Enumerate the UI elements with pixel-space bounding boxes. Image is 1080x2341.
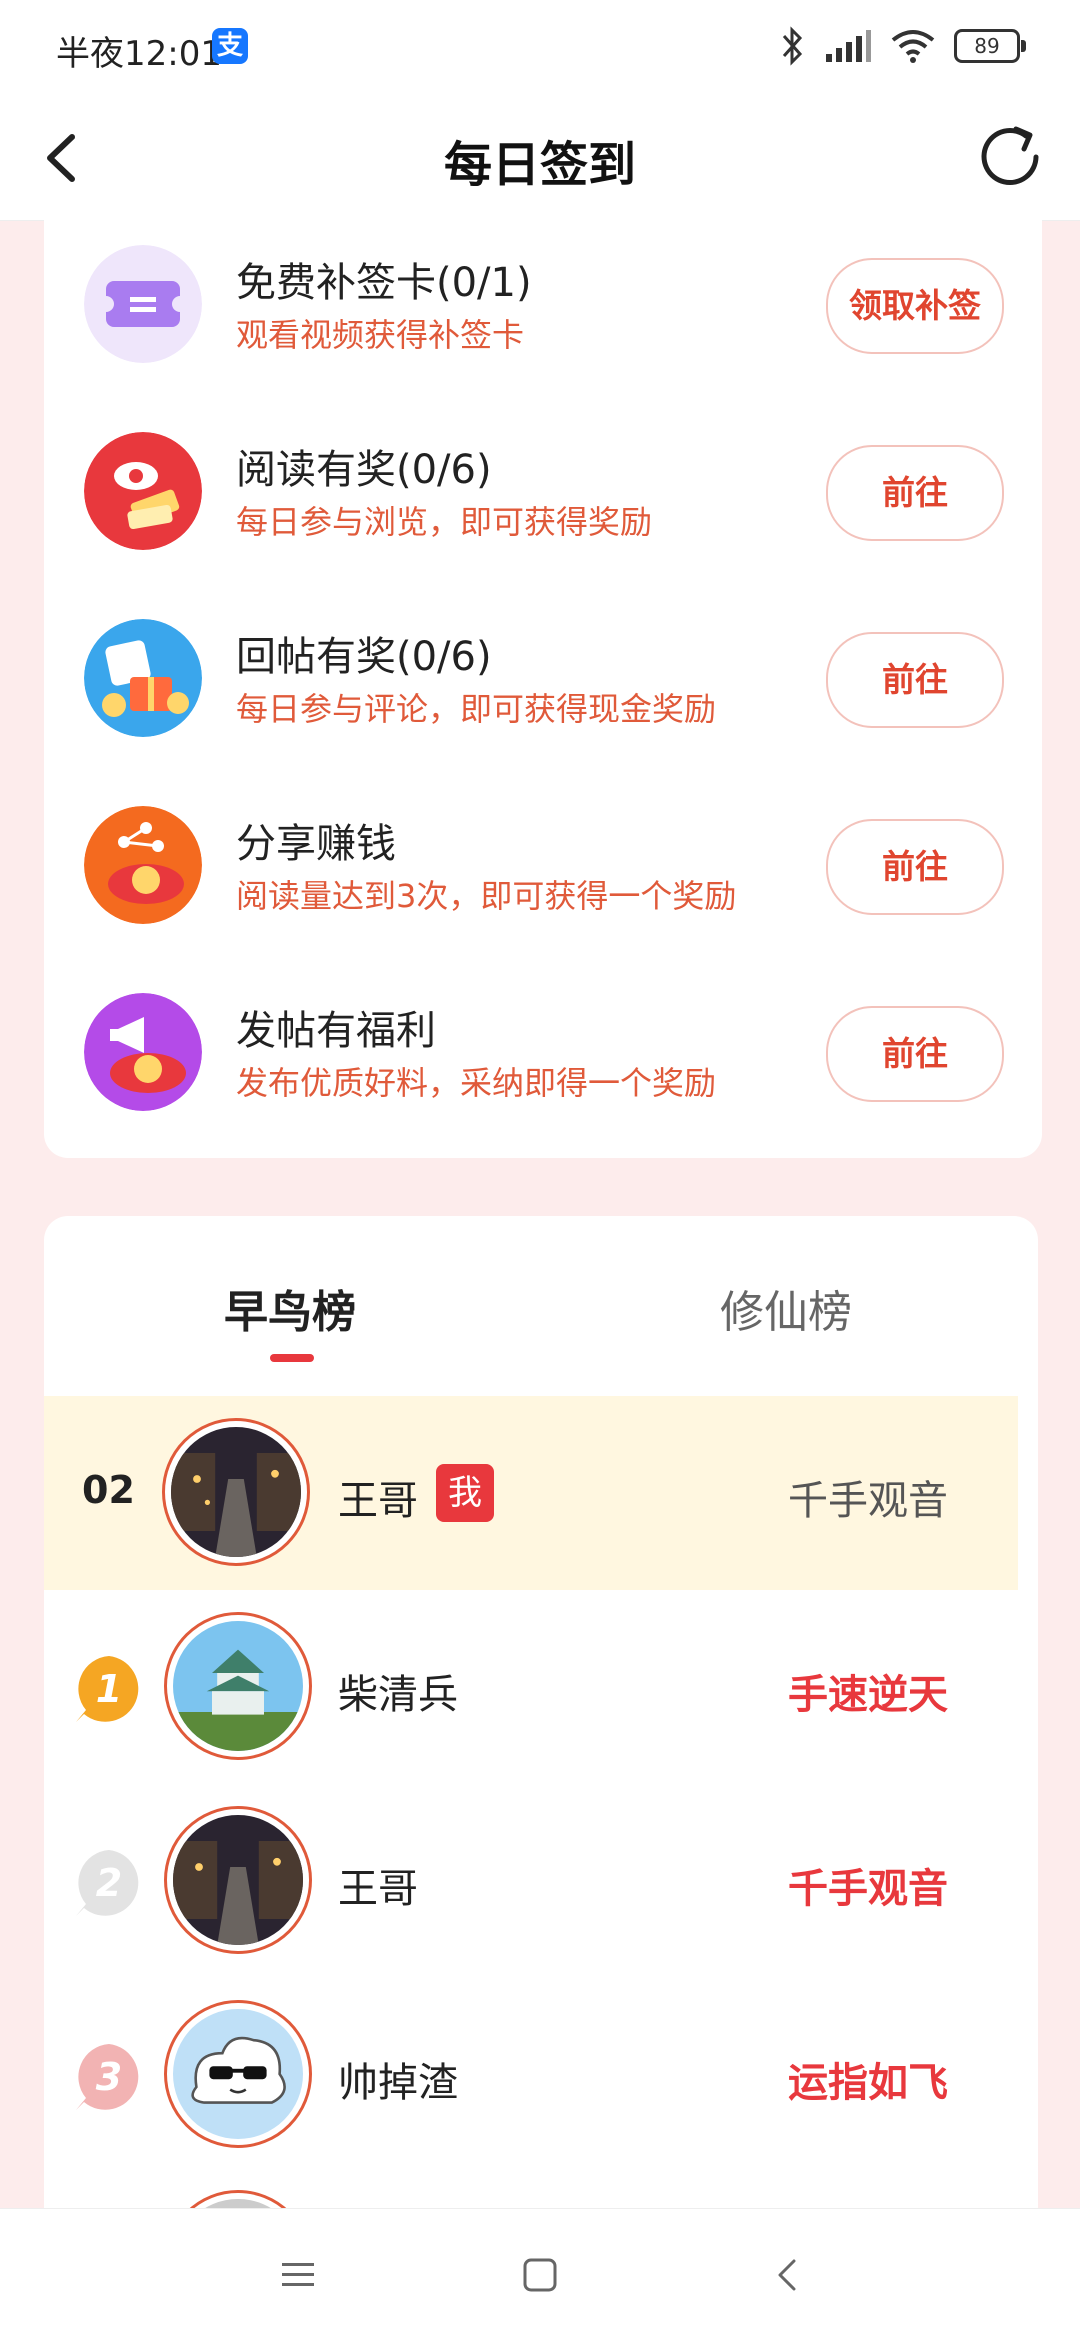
page-title: 每日签到 xyxy=(443,137,636,193)
my-title: 千手观音 xyxy=(788,1478,948,1524)
reading-reward-icon xyxy=(84,432,202,550)
signal-icon xyxy=(826,30,871,62)
ranking-card: 早鸟榜 修仙榜 02 王哥 我 千手观音 1 柴清兵 手速逆天 2 王哥 千手观… xyxy=(44,1216,1038,2340)
tab-xiuxian[interactable]: 修仙榜 xyxy=(720,1276,852,1340)
task-row-share: 分享赚钱 阅读量达到3次，即可获得一个奖励 前往 xyxy=(44,781,1042,968)
gold-medal-icon: 1 xyxy=(76,1656,139,1722)
rank-name: 柴清兵 xyxy=(338,1672,458,1718)
ticket-card-icon xyxy=(84,245,202,363)
system-nav-bar xyxy=(0,2208,1080,2341)
task-row-post: 发帖有福利 发布优质好料，采纳即得一个奖励 前往 xyxy=(44,968,1042,1155)
rank-title: 运指如飞 xyxy=(788,2060,948,2106)
nav-bar: 每日签到 xyxy=(0,95,1080,221)
rank-title: 千手观音 xyxy=(788,1866,948,1912)
task-title: 分享赚钱 xyxy=(236,821,396,867)
svg-text:2: 2 xyxy=(96,1861,122,1905)
go-reading-button[interactable]: 前往 xyxy=(826,445,1004,541)
svg-text:1: 1 xyxy=(96,1667,122,1711)
task-desc: 观看视频获得补签卡 xyxy=(236,316,525,354)
battery-icon: 89 xyxy=(954,29,1026,63)
rank-row-3[interactable]: 3 帅掉渣 运指如飞 xyxy=(44,1978,1018,2172)
post-welfare-icon xyxy=(84,993,202,1111)
wifi-icon xyxy=(891,30,935,63)
task-desc: 发布优质好料，采纳即得一个奖励 xyxy=(236,1064,717,1102)
rank-row-2[interactable]: 2 王哥 千手观音 xyxy=(44,1784,1018,1978)
menu-icon[interactable] xyxy=(276,2253,320,2297)
bronze-medal-icon: 3 xyxy=(76,2044,139,2110)
rank-row-1[interactable]: 1 柴清兵 手速逆天 xyxy=(44,1590,1018,1784)
tab-indicator xyxy=(270,1354,314,1362)
task-title: 发帖有福利 xyxy=(236,1008,436,1054)
my-rank-number: 02 xyxy=(82,1468,135,1512)
home-icon[interactable] xyxy=(518,2253,562,2297)
task-desc: 阅读量达到3次，即可获得一个奖励 xyxy=(236,877,737,915)
silver-medal-icon: 2 xyxy=(76,1850,139,1916)
reply-reward-icon xyxy=(84,619,202,737)
task-card: 免费补签卡(0/1) 观看视频获得补签卡 领取补签 阅读有奖(0/6) 每日参与… xyxy=(44,220,1042,1158)
bluetooth-icon xyxy=(782,26,803,66)
task-title: 免费补签卡(0/1) xyxy=(236,260,532,306)
go-share-button[interactable]: 前往 xyxy=(826,819,1004,915)
tab-early-bird[interactable]: 早鸟榜 xyxy=(224,1276,356,1340)
go-reply-button[interactable]: 前往 xyxy=(826,632,1004,728)
back-icon[interactable] xyxy=(766,2253,810,2297)
task-row-makeup-card: 免费补签卡(0/1) 观看视频获得补签卡 领取补签 xyxy=(44,220,1042,407)
go-post-button[interactable]: 前往 xyxy=(826,1006,1004,1102)
share-money-icon xyxy=(84,806,202,924)
avatar xyxy=(162,1418,310,1566)
avatar xyxy=(164,1612,312,1760)
alipay-icon: 支 xyxy=(212,28,248,64)
me-badge: 我 xyxy=(436,1464,494,1522)
task-desc: 每日参与浏览，即可获得奖励 xyxy=(236,503,653,541)
task-desc: 每日参与评论，即可获得现金奖励 xyxy=(236,690,717,728)
my-name: 王哥 xyxy=(338,1478,418,1524)
task-title: 阅读有奖(0/6) xyxy=(236,447,492,493)
status-time: 半夜12:01 xyxy=(56,34,222,74)
avatar xyxy=(164,2000,312,2148)
claim-makeup-button[interactable]: 领取补签 xyxy=(826,258,1004,354)
rank-name: 帅掉渣 xyxy=(338,2060,458,2106)
task-row-reading: 阅读有奖(0/6) 每日参与浏览，即可获得奖励 前往 xyxy=(44,407,1042,594)
task-row-reply: 回帖有奖(0/6) 每日参与评论，即可获得现金奖励 前往 xyxy=(44,594,1042,781)
task-title: 回帖有奖(0/6) xyxy=(236,634,492,680)
rank-title: 手速逆天 xyxy=(788,1672,948,1718)
status-bar: 半夜12:01 支 89 xyxy=(0,0,1080,95)
rank-name: 王哥 xyxy=(338,1866,418,1912)
refresh-icon[interactable] xyxy=(970,117,1050,197)
avatar xyxy=(164,1806,312,1954)
status-icons: 89 xyxy=(780,24,1026,68)
svg-text:3: 3 xyxy=(96,2055,122,2099)
my-rank-row[interactable]: 02 王哥 我 千手观音 xyxy=(44,1396,1018,1590)
